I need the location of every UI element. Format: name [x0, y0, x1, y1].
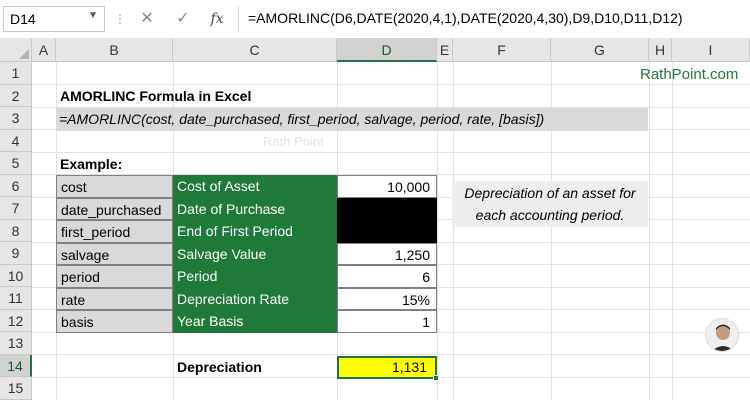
desc-cell[interactable]: Salvage Value [173, 242, 337, 265]
name-box-value: D14 [10, 11, 36, 27]
row-header-9[interactable]: 9 [0, 242, 32, 265]
formula-bar-divider [238, 6, 239, 32]
column-header-h[interactable]: H [649, 38, 672, 62]
page-title: AMORLINC Formula in Excel [60, 88, 252, 104]
watermark: Rath Point [263, 134, 324, 149]
description-line: Depreciation of an asset for [464, 185, 636, 201]
value-cell[interactable]: 15% [337, 287, 437, 310]
column-header-e[interactable]: E [437, 38, 453, 62]
value-cell[interactable]: 6 [337, 265, 437, 288]
column-header-a[interactable]: A [32, 38, 56, 62]
check-icon[interactable]: ✓ [173, 9, 193, 29]
arg-cell[interactable]: period [56, 265, 173, 288]
description-box: Depreciation of an asset for each accoun… [452, 181, 648, 227]
arg-cell[interactable]: basis [56, 310, 173, 333]
gridline [672, 62, 673, 400]
row-header-2[interactable]: 2 [0, 84, 32, 107]
row-header-4[interactable]: 4 [0, 129, 32, 152]
row-header-14[interactable]: 14 [0, 354, 32, 377]
brand-label: RathPoint.com [640, 66, 739, 83]
value-cell[interactable] [337, 220, 437, 243]
value-cell[interactable]: 10,000 [337, 175, 437, 198]
row-header-1[interactable]: 1 [0, 62, 32, 85]
arg-cell[interactable]: date_purchased [56, 197, 173, 220]
row-header-6[interactable]: 6 [0, 174, 32, 197]
column-header-i[interactable]: I [672, 38, 750, 62]
value-cell[interactable] [337, 197, 437, 220]
name-box[interactable]: D14 ▼ [3, 6, 105, 32]
row-header-11[interactable]: 11 [0, 287, 32, 310]
avatar [705, 318, 739, 352]
arg-cell[interactable]: cost [56, 175, 173, 198]
syntax-cell[interactable]: =AMORLINC(cost, date_purchased, first_pe… [56, 108, 648, 131]
formula-bar: D14 ▼ ⋮ ✕ ✓ fx =AMORLINC(D6,DATE(2020,4,… [0, 0, 750, 38]
column-header-d[interactable]: D [337, 38, 437, 62]
result-cell[interactable]: 1,131 [337, 356, 439, 381]
row-header-12[interactable]: 12 [0, 309, 32, 332]
gridline [32, 354, 750, 355]
arg-cell[interactable]: rate [56, 287, 173, 310]
select-all-corner[interactable] [0, 38, 32, 62]
column-header-c[interactable]: C [173, 38, 337, 62]
desc-cell[interactable]: Cost of Asset [173, 175, 337, 198]
row-header-5[interactable]: 5 [0, 152, 32, 175]
desc-cell[interactable]: Period [173, 265, 337, 288]
row-header-7[interactable]: 7 [0, 197, 32, 220]
result-label: Depreciation [177, 359, 262, 375]
desc-cell[interactable]: Depreciation Rate [173, 287, 337, 310]
close-icon[interactable]: ✕ [137, 9, 157, 29]
row-header-15[interactable]: 15 [0, 377, 32, 400]
example-label: Example: [60, 156, 123, 172]
desc-cell[interactable]: Year Basis [173, 310, 337, 333]
drag-handle-icon[interactable]: ⋮ [114, 10, 126, 28]
fill-handle[interactable] [433, 375, 439, 381]
function-icon[interactable]: fx [207, 9, 227, 29]
arg-cell[interactable]: first_period [56, 220, 173, 243]
description-line: each accounting period. [475, 207, 625, 223]
gridline [649, 62, 650, 400]
value-cell[interactable]: 1,250 [337, 242, 437, 265]
row-header-13[interactable]: 13 [0, 332, 32, 355]
value-cell[interactable]: 1 [337, 310, 437, 333]
column-header-b[interactable]: B [56, 38, 173, 62]
formula-input[interactable]: =AMORLINC(D6,DATE(2020,4,1),DATE(2020,4,… [248, 10, 683, 26]
desc-cell[interactable]: Date of Purchase [173, 197, 337, 220]
column-header-f[interactable]: F [453, 38, 551, 62]
result-value: 1,131 [391, 359, 427, 375]
row-header-8[interactable]: 8 [0, 219, 32, 242]
chevron-down-icon[interactable]: ▼ [88, 10, 98, 21]
arg-cell[interactable]: salvage [56, 242, 173, 265]
desc-cell[interactable]: End of First Period [173, 220, 337, 243]
row-header-10[interactable]: 10 [0, 264, 32, 287]
column-header-g[interactable]: G [551, 38, 649, 62]
row-header-3[interactable]: 3 [0, 107, 32, 130]
